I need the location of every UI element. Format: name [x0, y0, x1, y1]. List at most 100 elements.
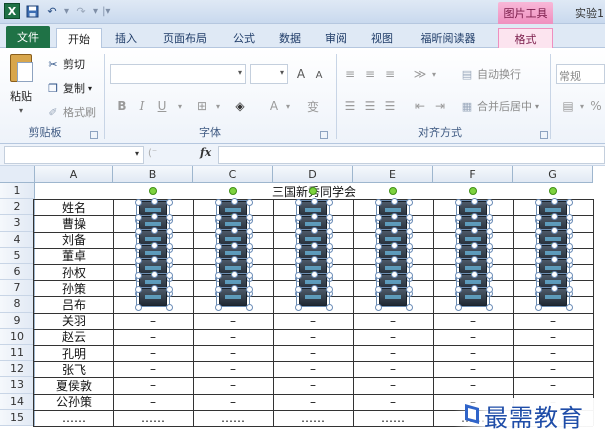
paste-button[interactable]: 粘贴 ▾ [6, 54, 36, 120]
row-header-12[interactable]: 12 [0, 361, 35, 378]
sizing-handle-icon[interactable] [215, 304, 222, 312]
sizing-handle-icon[interactable] [166, 271, 173, 279]
sizing-handle-icon[interactable] [231, 212, 238, 220]
row-header-15[interactable]: 15 [0, 409, 35, 426]
tab-picture-format[interactable]: 格式 [498, 28, 553, 48]
table-cell[interactable]: 张飞 [35, 361, 113, 377]
sizing-handle-icon[interactable] [471, 270, 478, 278]
table-cell[interactable]: – [193, 377, 273, 393]
sizing-handle-icon[interactable] [326, 271, 333, 279]
table-cell[interactable]: – [353, 361, 433, 377]
sizing-handle-icon[interactable] [375, 304, 382, 312]
sizing-handle-icon[interactable] [231, 270, 238, 278]
row-header-7[interactable]: 7 [0, 280, 35, 297]
font-size-combo[interactable]: ▾ [250, 64, 288, 84]
row-header-6[interactable]: 6 [0, 264, 35, 281]
table-cell[interactable]: – [273, 329, 353, 345]
tab-view[interactable]: 视图 [364, 28, 400, 48]
sizing-handle-icon[interactable] [311, 212, 318, 220]
sizing-handle-icon[interactable] [375, 271, 382, 279]
align-right-icon[interactable]: ☰ [382, 98, 398, 114]
sizing-handle-icon[interactable] [566, 271, 573, 279]
tab-formulas[interactable]: 公式 [226, 28, 262, 48]
table-cell[interactable]: – [273, 313, 353, 329]
sizing-handle-icon[interactable] [375, 213, 382, 221]
table-cell[interactable]: 曹操 [35, 215, 113, 231]
sizing-handle-icon[interactable] [535, 304, 542, 312]
column-header-a[interactable]: A [35, 166, 113, 183]
table-cell[interactable]: – [113, 394, 193, 410]
rotate-handle-icon[interactable] [229, 187, 237, 195]
underline-button[interactable]: U [154, 98, 170, 114]
cut-button[interactable]: ✂ 剪切 [46, 56, 85, 72]
tab-page-layout[interactable]: 页面布局 [154, 28, 216, 48]
align-bottom-icon[interactable]: ≡ [382, 66, 398, 82]
table-cell[interactable]: 孙权 [35, 264, 113, 280]
table-cell[interactable]: – [113, 345, 193, 361]
font-name-combo[interactable]: ▾ [110, 64, 246, 84]
select-all-corner[interactable] [0, 166, 35, 183]
format-painter-button[interactable]: ✐ 格式刷 [46, 104, 96, 120]
table-cell[interactable]: – [193, 394, 273, 410]
column-header-c[interactable]: C [193, 166, 273, 183]
table-cell[interactable]: 董卓 [35, 248, 113, 264]
row-header-9[interactable]: 9 [0, 312, 35, 329]
sizing-handle-icon[interactable] [455, 271, 462, 279]
font-color-dropdown-icon[interactable]: ▾ [280, 98, 296, 114]
table-cell[interactable]: – [273, 345, 353, 361]
decrease-indent-icon[interactable]: ⇤ [412, 98, 428, 114]
table-cell[interactable]: – [273, 377, 353, 393]
table-cell[interactable]: 孔明 [35, 345, 113, 361]
sizing-handle-icon[interactable] [406, 304, 413, 312]
sizing-handle-icon[interactable] [535, 271, 542, 279]
sizing-handle-icon[interactable] [215, 213, 222, 221]
sizing-handle-icon[interactable] [391, 212, 398, 220]
table-cell[interactable]: …… [193, 410, 273, 426]
align-left-icon[interactable]: ☰ [342, 98, 358, 114]
table-cell[interactable]: – [353, 394, 433, 410]
sizing-handle-icon[interactable] [486, 271, 493, 279]
orientation-dropdown-icon[interactable]: ▾ [426, 66, 442, 82]
redo-dropdown-icon[interactable]: ▾ [93, 6, 98, 17]
align-middle-icon[interactable]: ≡ [362, 66, 378, 82]
fill-color-icon[interactable]: ◈ [232, 98, 248, 114]
table-cell[interactable]: – [113, 313, 193, 329]
table-cell[interactable]: 孙策 [35, 280, 113, 296]
phonetic-guide-button[interactable]: 变 [302, 98, 324, 114]
sizing-handle-icon[interactable] [471, 241, 478, 249]
sizing-handle-icon[interactable] [311, 270, 318, 278]
rotate-handle-icon[interactable] [149, 187, 157, 195]
sizing-handle-icon[interactable] [166, 213, 173, 221]
formula-input[interactable] [218, 146, 605, 164]
sizing-handle-icon[interactable] [295, 213, 302, 221]
italic-button[interactable]: I [134, 98, 150, 114]
sizing-handle-icon[interactable] [151, 241, 158, 249]
tab-home[interactable]: 开始 [56, 28, 102, 49]
tab-foxit-reader[interactable]: 福昕阅读器 [410, 28, 486, 48]
table-cell[interactable]: – [433, 313, 513, 329]
table-cell[interactable]: …… [35, 410, 113, 426]
table-cell[interactable]: – [433, 361, 513, 377]
table-cell[interactable]: …… [353, 410, 433, 426]
sizing-handle-icon[interactable] [295, 271, 302, 279]
sizing-handle-icon[interactable] [486, 213, 493, 221]
table-cell[interactable]: – [513, 377, 593, 393]
row-header-13[interactable]: 13 [0, 377, 35, 394]
row-header-14[interactable]: 14 [0, 393, 35, 410]
table-cell[interactable]: 关羽 [35, 313, 113, 329]
sizing-handle-icon[interactable] [471, 212, 478, 220]
column-header-d[interactable]: D [273, 166, 353, 183]
undo-icon[interactable]: ↶ [44, 3, 60, 19]
number-format-combo[interactable]: 常规 [556, 64, 605, 84]
table-cell[interactable]: – [273, 361, 353, 377]
sizing-handle-icon[interactable] [166, 304, 173, 312]
row-header-8[interactable]: 8 [0, 296, 35, 313]
undo-dropdown-icon[interactable]: ▾ [64, 6, 69, 17]
copy-button[interactable]: ❐ 复制 ▾ [46, 80, 92, 96]
sizing-handle-icon[interactable] [455, 213, 462, 221]
table-cell[interactable]: – [113, 329, 193, 345]
tab-file[interactable]: 文件 [6, 26, 50, 48]
rotate-handle-icon[interactable] [309, 187, 317, 195]
table-cell[interactable]: – [193, 345, 273, 361]
row-header-4[interactable]: 4 [0, 231, 35, 248]
